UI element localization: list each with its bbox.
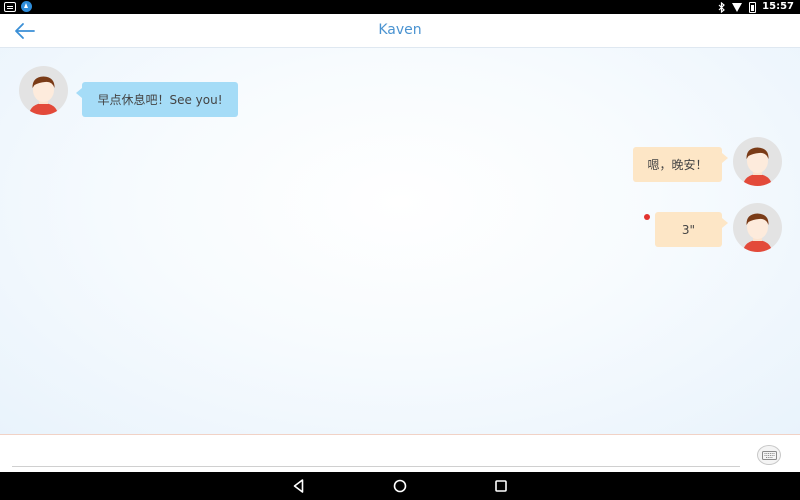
- status-bar: 15:57: [0, 0, 800, 14]
- nav-recents-button[interactable]: [493, 478, 509, 494]
- message-bubble[interactable]: 嗯，晚安！: [633, 147, 728, 182]
- page-title: Kaven: [378, 22, 422, 38]
- unread-dot: [644, 214, 650, 220]
- message-text: 嗯，晚安！: [647, 158, 708, 172]
- chat-area[interactable]: 早点休息吧！See you! 嗯，晚安！ 3": [0, 48, 800, 434]
- battery-icon: [749, 1, 757, 13]
- status-time: 15:57: [762, 1, 794, 12]
- voice-duration: 3": [681, 222, 696, 237]
- bluetooth-icon: [718, 1, 726, 13]
- message-icon: [4, 1, 16, 12]
- recents-square-icon: [495, 480, 507, 492]
- system-nav-bar: [0, 472, 800, 500]
- voice-message-bubble[interactable]: 3": [655, 212, 728, 247]
- message-bubble[interactable]: 早点休息吧！See you!: [76, 82, 238, 117]
- app-bar: Kaven: [0, 14, 800, 48]
- keyboard-toggle-button[interactable]: [757, 445, 781, 465]
- nav-home-button[interactable]: [392, 478, 408, 494]
- input-underline: [12, 466, 740, 467]
- input-area: [0, 434, 800, 472]
- my-avatar[interactable]: [733, 203, 782, 252]
- home-circle-icon: [393, 479, 407, 493]
- app-notification-icon: [21, 1, 32, 12]
- nav-back-button[interactable]: [291, 478, 307, 494]
- message-input[interactable]: [12, 441, 740, 465]
- back-triangle-icon: [293, 479, 304, 493]
- keyboard-icon: [762, 451, 777, 460]
- wifi-icon: [732, 2, 743, 12]
- contact-avatar[interactable]: [19, 66, 68, 115]
- message-text: 早点休息吧！See you!: [97, 93, 223, 107]
- my-avatar[interactable]: [733, 137, 782, 186]
